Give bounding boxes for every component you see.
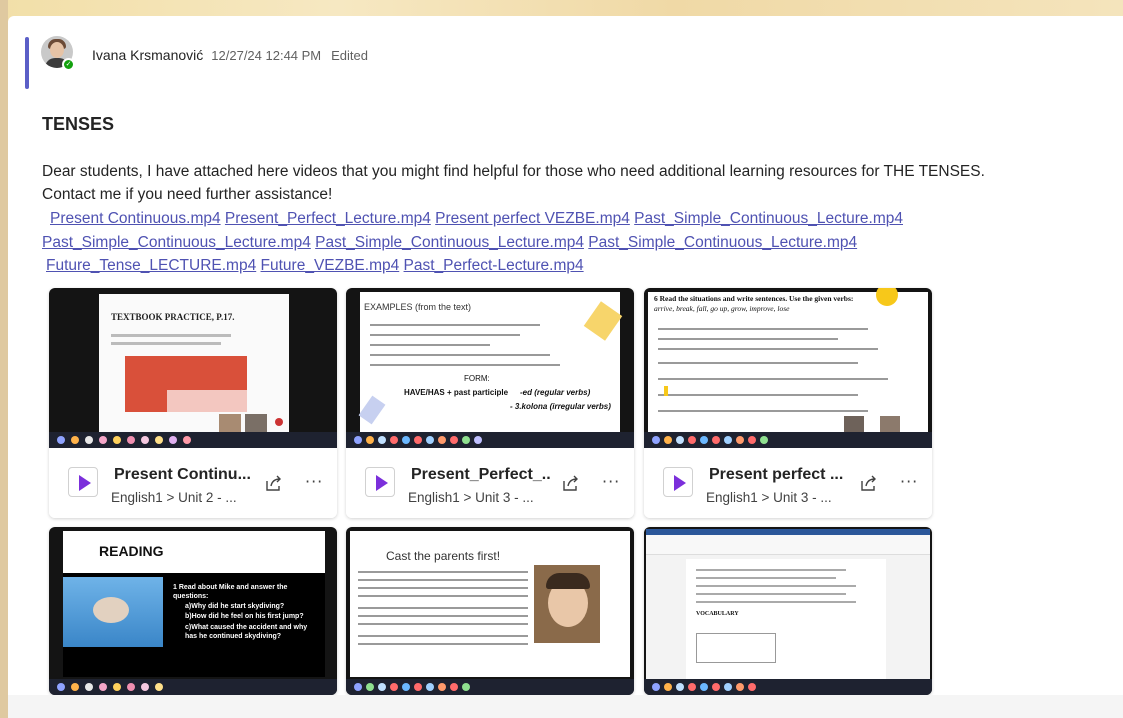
slide-text: FORM:	[464, 374, 490, 383]
file-link[interactable]: Past_Simple_Continuous_Lecture.mp4	[634, 210, 903, 227]
video-tile[interactable]: 6 Read the situations and write sentence…	[644, 288, 932, 518]
file-link[interactable]: Present_Perfect_Lecture.mp4	[225, 210, 431, 227]
file-link[interactable]: Future_Tense_LECTURE.mp4	[46, 257, 256, 274]
slide-heading: TEXTBOOK PRACTICE, P.17.	[111, 312, 235, 322]
message-body-line: Contact me if you need further assistanc…	[42, 186, 333, 203]
links-row: Past_Simple_Continuous_Lecture.mp4 Past_…	[42, 231, 1102, 255]
slide-heading: EXAMPLES (from the text)	[364, 302, 472, 312]
message-accent-bar	[25, 37, 29, 89]
video-title[interactable]: Present perfect ...	[709, 466, 849, 484]
more-options-icon[interactable]: ···	[305, 472, 323, 491]
slide-heading: VOCABULARY	[696, 611, 739, 617]
slide-text: - 3.kolona (irregular verbs)	[510, 402, 611, 411]
video-tile-footer: Present Continu... English1 > Unit 2 - .…	[49, 448, 337, 518]
more-options-icon[interactable]: ···	[602, 472, 620, 491]
video-tile-footer: Present perfect ... English1 > Unit 3 - …	[644, 448, 932, 518]
share-icon[interactable]	[264, 475, 284, 493]
author-name[interactable]: Ivana Krsmanović	[92, 47, 203, 63]
file-link[interactable]: Future_VEZBE.mp4	[261, 257, 400, 274]
video-tile[interactable]: TEXTBOOK PRACTICE, P.17. Present Continu…	[49, 288, 337, 518]
video-path: English1 > Unit 2 - ...	[111, 490, 237, 505]
background-edge	[0, 0, 8, 718]
video-title[interactable]: Present_Perfect_...	[411, 466, 551, 484]
share-icon[interactable]	[859, 475, 879, 493]
video-thumbnail[interactable]: 6 Read the situations and write sentence…	[644, 288, 932, 448]
video-tile-footer: Present_Perfect_... English1 > Unit 3 - …	[346, 448, 634, 518]
slide-heading: 6 Read the situations and write sentence…	[654, 294, 854, 303]
message-header: Ivana Krsmanović 12/27/24 12:44 PM Edited	[92, 47, 368, 63]
message-body-line: Dear students, I have attached here vide…	[42, 163, 985, 180]
play-icon[interactable]	[663, 467, 693, 497]
video-thumbnail[interactable]: READING 1 Read about Mike and answer the…	[49, 527, 337, 695]
slide-text: HAVE/HAS + past participle	[404, 388, 509, 397]
links-row: Present Continuous.mp4 Present_Perfect_L…	[42, 207, 1102, 231]
play-icon[interactable]	[68, 467, 98, 497]
slide-text: -ed (regular verbs)	[520, 388, 591, 397]
slide-heading: READING	[99, 543, 164, 559]
slide-heading: Cast the parents first!	[386, 549, 501, 563]
video-tile[interactable]: READING 1 Read about Mike and answer the…	[49, 527, 337, 695]
video-title[interactable]: Present Continu...	[114, 466, 254, 484]
file-link[interactable]: Present Continuous.mp4	[50, 210, 221, 227]
play-icon[interactable]	[365, 467, 395, 497]
message-body: Dear students, I have attached here vide…	[42, 160, 1102, 206]
video-path: English1 > Unit 3 - ...	[408, 490, 534, 505]
video-tile[interactable]: VOCABULARY	[644, 527, 932, 695]
file-link[interactable]: Past_Simple_Continuous_Lecture.mp4	[588, 234, 857, 251]
slide-text: c)What caused the accident and why has h…	[185, 624, 308, 640]
message-timestamp: 12/27/24 12:44 PM	[211, 48, 322, 63]
video-thumbnail[interactable]: EXAMPLES (from the text) FORM: HAVE/HAS …	[346, 288, 634, 448]
file-link[interactable]: Past_Simple_Continuous_Lecture.mp4	[315, 234, 584, 251]
share-icon[interactable]	[561, 475, 581, 493]
more-options-icon[interactable]: ···	[900, 472, 918, 491]
slide-text: a)Why did he start skydiving?	[185, 603, 285, 610]
attachment-links: Present Continuous.mp4 Present_Perfect_L…	[42, 207, 1102, 278]
links-row: Future_Tense_LECTURE.mp4 Future_VEZBE.mp…	[42, 254, 1102, 278]
video-thumbnail[interactable]: TEXTBOOK PRACTICE, P.17.	[49, 288, 337, 448]
video-thumbnail[interactable]: Cast the parents first!	[346, 527, 634, 695]
video-tile[interactable]: EXAMPLES (from the text) FORM: HAVE/HAS …	[346, 288, 634, 518]
video-tile[interactable]: Cast the parents first!	[346, 527, 634, 695]
video-path: English1 > Unit 3 - ...	[706, 490, 832, 505]
slide-text: arrive, break, fall, go up, grow, improv…	[654, 304, 790, 313]
slide-text: 1 Read about Mike and answer the questio…	[173, 584, 288, 600]
bottom-strip	[8, 695, 1123, 718]
file-link[interactable]: Past_Perfect-Lecture.mp4	[404, 257, 584, 274]
file-link[interactable]: Present perfect VEZBE.mp4	[435, 210, 630, 227]
edited-label: Edited	[331, 48, 369, 63]
message-subject: TENSES	[42, 114, 115, 134]
video-thumbnail[interactable]: VOCABULARY	[644, 527, 932, 695]
file-link[interactable]: Past_Simple_Continuous_Lecture.mp4	[42, 234, 311, 251]
presence-available-icon: ✓	[62, 58, 75, 71]
slide-text: b)How did he feel on his first jump?	[185, 613, 304, 620]
